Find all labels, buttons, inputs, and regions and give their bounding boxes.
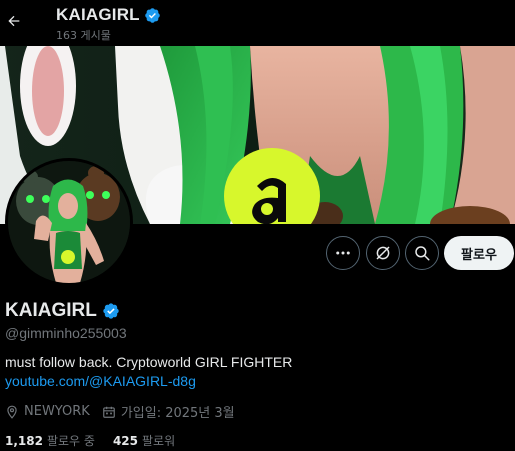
header-title: KAIAGIRL	[56, 5, 140, 24]
arrow-left-icon	[8, 15, 20, 27]
following-count: 1,182	[5, 433, 43, 448]
top-bar: KAIAGIRL 163 게시물	[0, 0, 515, 46]
posts-count: 163 게시물	[56, 29, 111, 42]
follow-button[interactable]: 팔로우	[444, 236, 514, 270]
subscribe-icon	[376, 246, 390, 260]
bio-link[interactable]: youtube.com/@KAIAGIRL-d8g	[5, 373, 196, 389]
verified-badge-icon	[145, 7, 160, 23]
followers-label: 팔로워	[142, 434, 176, 448]
joined-text: 가입일: 2025년 3월	[120, 406, 235, 421]
more-icon	[336, 251, 350, 255]
profile-bio: must follow back. Cryptoworld GIRL FIGHT…	[5, 354, 293, 370]
back-button[interactable]	[4, 9, 24, 33]
profile-handle: @gimminho255003	[5, 325, 127, 341]
verified-badge-icon[interactable]	[102, 302, 120, 320]
location-text: NEWYORK	[24, 404, 90, 419]
search-button[interactable]	[405, 236, 439, 270]
header-title-row: KAIAGIRL	[56, 4, 161, 26]
profile-meta: NEWYORK 가입일: 2025년 3월	[5, 402, 247, 421]
calendar-icon	[102, 406, 115, 418]
profile-name-row: KAIAGIRL	[5, 300, 120, 322]
location-icon	[7, 405, 17, 419]
followers-link[interactable]: 425 팔로워	[113, 432, 175, 449]
following-label: 팔로우 중	[46, 434, 95, 448]
search-icon	[415, 246, 430, 261]
profile-actions: 팔로우	[0, 236, 515, 270]
more-button[interactable]	[326, 236, 360, 270]
display-name: KAIAGIRL	[5, 300, 97, 321]
profile-stats: 1,182 팔로우 중 425 팔로워	[5, 432, 193, 449]
following-link[interactable]: 1,182 팔로우 중	[5, 432, 95, 449]
followers-count: 425	[112, 433, 139, 448]
joined-item: 가입일: 2025년 3월	[102, 402, 235, 421]
subscribe-button[interactable]	[366, 236, 400, 270]
location-item: NEWYORK	[5, 404, 90, 419]
